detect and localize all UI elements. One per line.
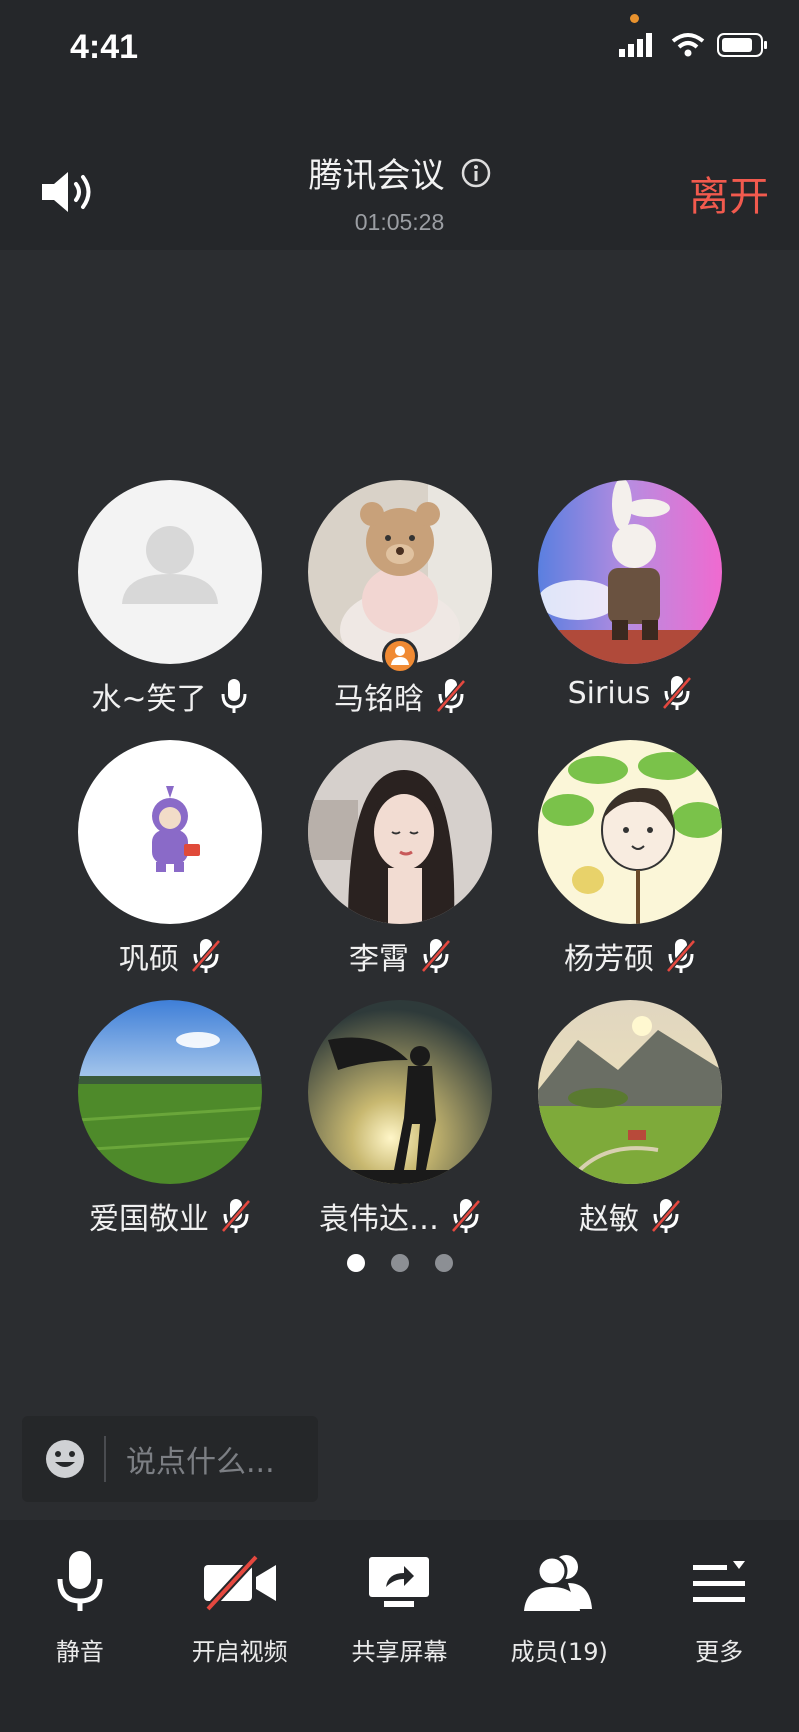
participant-name: 袁伟达… <box>319 1202 439 1237</box>
status-time: 4:41 <box>70 28 139 66</box>
members-icon <box>524 1555 593 1611</box>
signal-icon <box>619 33 652 57</box>
share-screen-button[interactable]: 共享屏幕 <box>320 1520 480 1732</box>
battery-icon <box>717 33 767 57</box>
meeting-title: 腾讯会议 <box>308 156 445 196</box>
mic-on-icon <box>221 679 247 713</box>
participant-tile[interactable]: 马铭晗 <box>285 480 515 718</box>
participant-name: 赵敏 <box>579 1202 639 1237</box>
participant-tile[interactable]: 赵敏 <box>515 1000 745 1238</box>
microphone-icon <box>57 1551 103 1611</box>
mic-muted-icon <box>221 1199 251 1233</box>
meeting-header: 腾讯会议 01:05:28 离开 <box>0 100 799 250</box>
participant-tile[interactable]: 袁伟达… <box>285 1000 515 1238</box>
participant-tile[interactable]: Sirius <box>515 480 745 712</box>
participant-name: 水~笑了 <box>91 682 207 717</box>
status-bar: 4:41 <box>0 0 799 100</box>
cartoon-girl-drawing <box>538 740 722 924</box>
bottom-toolbar: 静音 开启视频 共享屏幕 成员(19) 更多 <box>0 1520 799 1732</box>
chat-divider <box>104 1436 106 1482</box>
mic-muted-icon <box>651 1199 681 1233</box>
teddy-bear-photo <box>308 480 492 664</box>
purple-teletubby-image <box>78 740 262 924</box>
chat-input[interactable]: 说点什么... <box>22 1416 318 1502</box>
meeting-title-block: 腾讯会议 01:05:28 <box>0 148 799 236</box>
mic-muted-icon <box>421 939 451 973</box>
leave-button[interactable]: 离开 <box>689 164 769 222</box>
participant-name: 李霄 <box>349 942 409 977</box>
page-dot[interactable] <box>390 1254 409 1272</box>
meeting-timer: 01:05:28 <box>354 209 445 235</box>
page-indicator <box>0 1254 799 1272</box>
share-screen-icon <box>369 1557 430 1607</box>
emoji-icon[interactable] <box>44 1438 86 1480</box>
participant-tile[interactable]: 巩硕 <box>55 740 285 978</box>
more-button[interactable]: 更多 <box>639 1520 799 1732</box>
members-button[interactable]: 成员(19) <box>479 1520 639 1732</box>
mic-muted-icon <box>436 679 466 713</box>
mute-button[interactable]: 静音 <box>0 1520 160 1732</box>
mountain-village-photo <box>538 1000 722 1184</box>
participant-tile[interactable]: 水~笑了 <box>55 480 285 718</box>
mute-label: 静音 <box>55 1638 104 1666</box>
caped-figure-sunset-photo <box>308 1000 492 1184</box>
mic-muted-icon <box>451 1199 481 1233</box>
page-dot[interactable] <box>434 1254 453 1272</box>
more-menu-icon <box>693 1561 746 1602</box>
members-label: 成员(19) <box>510 1638 608 1666</box>
start-video-button[interactable]: 开启视频 <box>160 1520 320 1732</box>
default-avatar <box>78 480 262 664</box>
start-video-label: 开启视频 <box>191 1638 288 1666</box>
video-off-icon <box>203 1555 276 1611</box>
mic-muted-icon <box>191 939 221 973</box>
participant-name: 巩硕 <box>119 942 179 977</box>
chat-placeholder: 说点什么... <box>126 1445 275 1480</box>
participant-tile[interactable]: 爱国敬业 <box>55 1000 285 1238</box>
mic-muted-icon <box>666 939 696 973</box>
participant-name: Sirius <box>567 675 651 711</box>
mic-muted-icon <box>662 676 693 710</box>
participant-tile[interactable]: 李霄 <box>285 740 515 978</box>
privacy-indicator-dot <box>630 14 639 23</box>
green-field-photo <box>78 1000 262 1184</box>
more-label: 更多 <box>695 1638 744 1666</box>
info-icon[interactable] <box>461 158 491 188</box>
page-dot-active[interactable] <box>346 1254 365 1272</box>
host-badge-icon <box>382 638 418 674</box>
wifi-icon <box>671 33 705 57</box>
participant-tile[interactable]: 杨芳硕 <box>515 740 745 978</box>
rabbit-soldier-image <box>538 480 722 664</box>
participant-name: 杨芳硕 <box>564 942 654 977</box>
participant-name: 爱国敬业 <box>89 1202 209 1237</box>
status-icons <box>619 32 769 58</box>
share-screen-label: 共享屏幕 <box>351 1638 448 1666</box>
participant-name: 马铭晗 <box>334 682 424 717</box>
woman-portrait-photo <box>308 740 492 924</box>
